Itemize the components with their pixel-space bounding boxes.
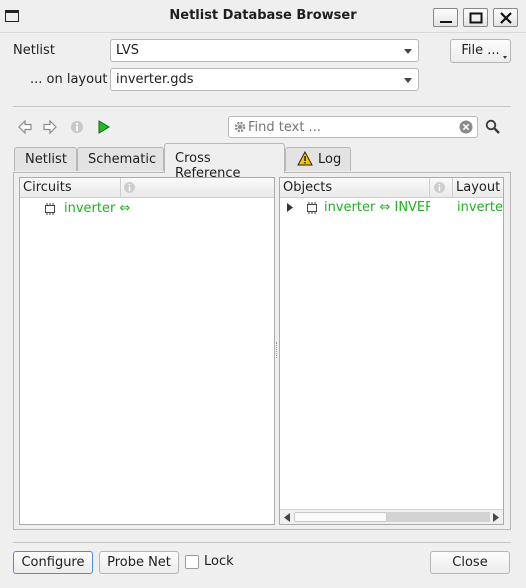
tab-label: Cross Reference	[175, 151, 241, 181]
lock-label: Lock	[204, 554, 234, 569]
file-menu-label: File ...	[461, 43, 500, 58]
netlist-value: LVS	[116, 43, 139, 58]
gear-icon	[234, 121, 246, 133]
info-button[interactable]	[68, 118, 86, 136]
tab-label: Schematic	[88, 152, 157, 167]
objects-panel[interactable]: Objects Layout inverter ⇔ INVERT inverte…	[279, 177, 504, 525]
objects-column-header[interactable]: Objects	[280, 178, 430, 198]
layout-name: inverter	[457, 200, 503, 215]
objects-header: Objects Layout	[280, 178, 503, 198]
arrow-right-icon	[43, 119, 57, 135]
info-icon	[434, 182, 445, 193]
chevron-down-icon	[404, 78, 412, 83]
lock-checkbox[interactable]	[185, 555, 199, 569]
layout-combo[interactable]: inverter.gds	[110, 68, 419, 91]
close-icon	[500, 12, 512, 24]
warning-icon	[297, 151, 313, 166]
info-icon	[124, 182, 135, 193]
circuits-panel[interactable]: Circuits inverter ⇔	[19, 177, 275, 525]
close-window-button[interactable]	[493, 8, 518, 27]
layout-label: ... on layout	[30, 72, 108, 87]
minimize-button[interactable]	[433, 8, 458, 27]
search-field[interactable]	[228, 116, 478, 138]
close-button[interactable]: Close	[430, 551, 510, 574]
magnifier-icon	[485, 119, 500, 134]
netlist-combo[interactable]: LVS	[110, 39, 419, 62]
chip-icon	[307, 202, 317, 214]
layout-column-header[interactable]: Layout	[453, 178, 503, 198]
tab-log[interactable]: Log	[285, 147, 351, 171]
object-name: inverter ⇔ INVERT	[324, 200, 430, 215]
tab-label: Netlist	[25, 152, 67, 167]
separator	[13, 106, 511, 107]
info-icon	[71, 121, 83, 133]
configure-button[interactable]: Configure	[13, 551, 93, 574]
arrow-left-icon	[18, 119, 32, 135]
tab-cross-reference[interactable]: Cross Reference	[164, 143, 285, 181]
netlist-label: Netlist	[13, 43, 55, 58]
list-item[interactable]: inverter ⇔	[42, 201, 272, 219]
layout-value: inverter.gds	[116, 72, 194, 87]
minimize-icon	[440, 21, 452, 23]
scrollbar-thumb[interactable]	[294, 512, 387, 522]
tab-label: Log	[318, 152, 342, 167]
scroll-left-icon[interactable]	[283, 513, 291, 522]
scrollbar-track[interactable]	[387, 512, 490, 522]
probe-net-button[interactable]: Probe Net	[99, 551, 179, 574]
back-button[interactable]	[16, 118, 34, 136]
maximize-icon	[469, 12, 483, 24]
scroll-right-icon[interactable]	[492, 513, 500, 522]
tab-schematic[interactable]: Schematic	[77, 147, 164, 171]
horizontal-scrollbar[interactable]	[280, 509, 503, 524]
forward-button[interactable]	[41, 118, 59, 136]
chevron-down-icon	[404, 49, 412, 54]
search-input[interactable]	[248, 118, 453, 136]
circuits-header: Circuits	[20, 178, 274, 198]
expand-arrow-icon[interactable]	[286, 203, 294, 212]
search-button[interactable]	[484, 118, 502, 136]
objects-column-label: Objects	[283, 180, 333, 195]
separator	[13, 542, 511, 543]
tab-netlist[interactable]: Netlist	[14, 147, 77, 171]
clear-icon[interactable]	[459, 120, 473, 134]
circuit-name: inverter ⇔	[64, 201, 131, 216]
maximize-button[interactable]	[463, 8, 488, 27]
circuits-column-header[interactable]: Circuits	[20, 178, 121, 198]
file-menu-button[interactable]: File ...	[450, 39, 511, 63]
play-icon	[98, 120, 110, 134]
run-button[interactable]	[95, 118, 113, 136]
chip-icon	[45, 203, 55, 215]
status-column-header[interactable]	[430, 178, 453, 198]
table-row[interactable]: inverter ⇔ INVERT inverter	[280, 199, 503, 217]
menu-indicator-icon	[503, 56, 507, 59]
status-column-header[interactable]	[121, 178, 274, 198]
